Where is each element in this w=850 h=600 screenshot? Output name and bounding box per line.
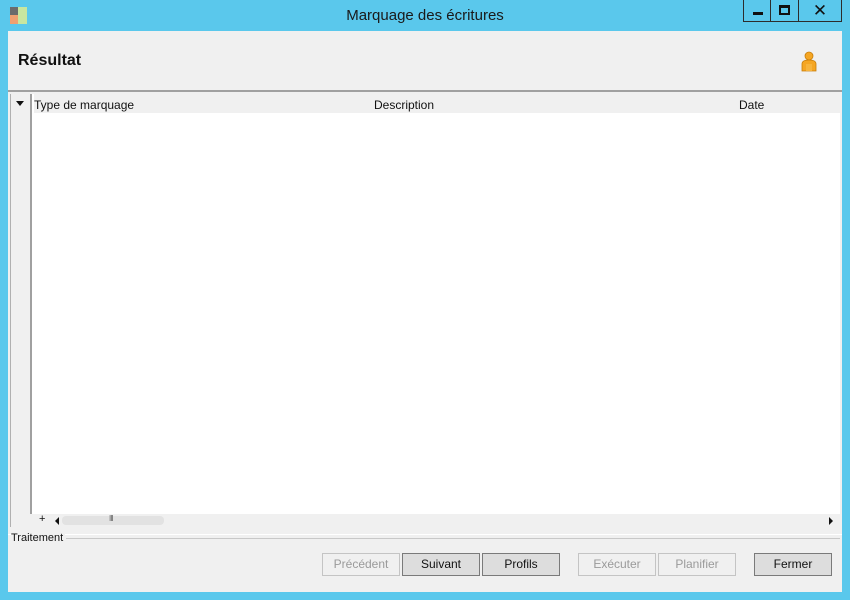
expand-icon[interactable]: + <box>39 513 45 525</box>
column-header-date[interactable]: Date <box>739 98 764 112</box>
title-bar[interactable]: Marquage des écritures ✕ <box>0 0 850 31</box>
column-header-type[interactable]: Type de marquage <box>34 98 134 112</box>
scroll-grip: III <box>109 514 114 523</box>
horizontal-scrollbar[interactable]: + III <box>11 513 841 527</box>
section-divider <box>8 534 842 535</box>
section-label-traitement: Traitement <box>11 532 66 544</box>
next-button[interactable]: Suivant <box>402 553 480 576</box>
window-title: Marquage des écritures <box>346 7 504 24</box>
maximize-icon <box>779 5 790 15</box>
client-area: Résultat Type de marquage Description Da… <box>8 31 842 592</box>
marking-grid[interactable]: Type de marquage Description Date + III <box>10 94 841 527</box>
column-header-description[interactable]: Description <box>374 98 434 112</box>
section-line <box>66 538 840 539</box>
execute-button[interactable]: Exécuter <box>578 553 656 576</box>
user-icon[interactable] <box>800 51 818 72</box>
result-header: Résultat <box>8 31 842 92</box>
schedule-button[interactable]: Planifier <box>658 553 736 576</box>
close-button[interactable]: Fermer <box>754 553 832 576</box>
scroll-left-icon[interactable] <box>55 517 59 525</box>
minimize-icon <box>753 12 763 15</box>
close-window-button[interactable]: ✕ <box>799 0 842 22</box>
profiles-button[interactable]: Profils <box>482 553 560 576</box>
grid-column-header: Type de marquage Description Date <box>34 94 840 113</box>
window-frame: Marquage des écritures ✕ Résultat Type d… <box>0 0 850 600</box>
maximize-button[interactable] <box>771 0 799 22</box>
filter-dropdown-icon[interactable] <box>16 101 24 106</box>
row-selector-gutter <box>11 94 32 527</box>
minimize-button[interactable] <box>743 0 771 22</box>
previous-button[interactable]: Précédent <box>322 553 400 576</box>
close-icon: ✕ <box>812 1 828 20</box>
page-title: Résultat <box>18 52 82 69</box>
scroll-thumb[interactable] <box>62 516 164 525</box>
scroll-right-icon[interactable] <box>829 517 833 525</box>
